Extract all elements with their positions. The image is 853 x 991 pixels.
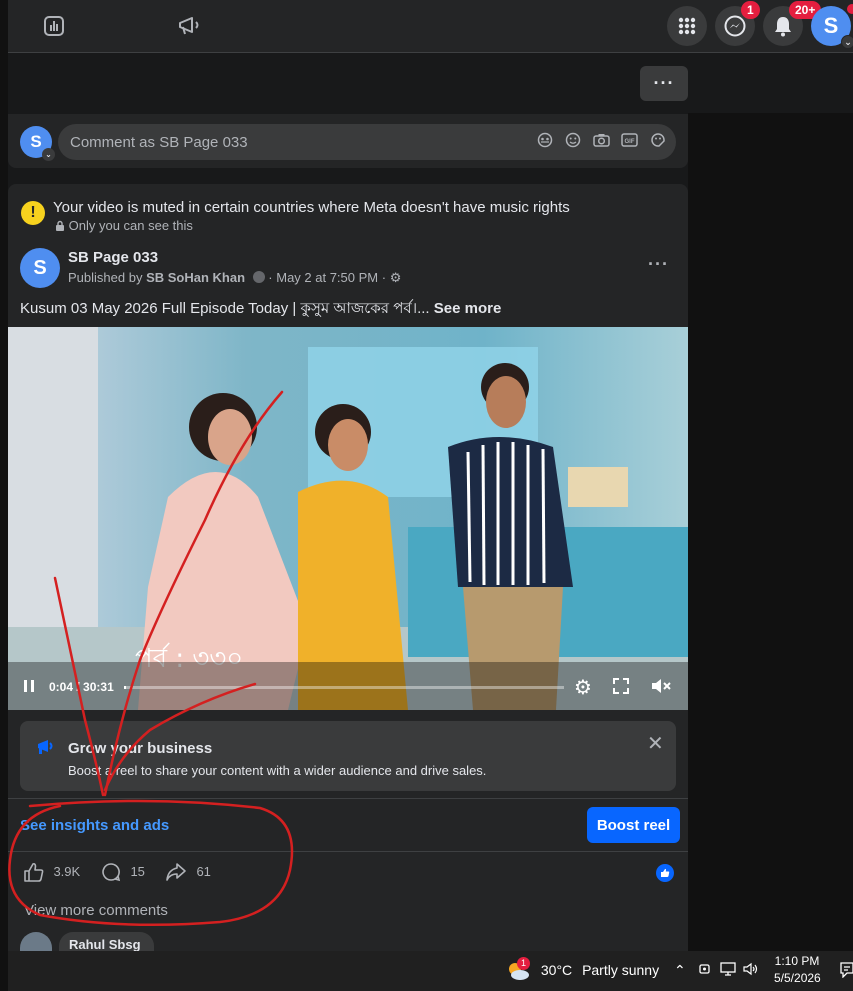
- temperature: 30°C: [540, 961, 573, 978]
- weather-badge: 1: [517, 957, 531, 970]
- chevron-up-icon[interactable]: ⌃: [674, 962, 686, 979]
- weather-widget[interactable]: 1 30°C Partly sunny: [505, 957, 660, 982]
- annotation-arrow-line: [103, 390, 284, 797]
- weather-condition: Partly sunny: [582, 961, 660, 978]
- annotation-circle: [8, 799, 294, 927]
- annotation-arrow-left: [53, 576, 105, 797]
- clock-time: 1:10 PM: [774, 954, 820, 968]
- red-annotation-overlay: [8, 390, 294, 927]
- network-icon[interactable]: [720, 962, 736, 979]
- taskbar: 1 30°C Partly sunny ⌃ 1:10 PM 5/5/2026: [8, 951, 853, 991]
- meet-icon[interactable]: [698, 962, 712, 979]
- clock-date: 5/5/2026: [774, 971, 821, 985]
- notification-center-icon[interactable]: [840, 962, 853, 981]
- volume-icon[interactable]: [743, 962, 759, 979]
- clock[interactable]: 1:10 PM 5/5/2026: [774, 954, 821, 985]
